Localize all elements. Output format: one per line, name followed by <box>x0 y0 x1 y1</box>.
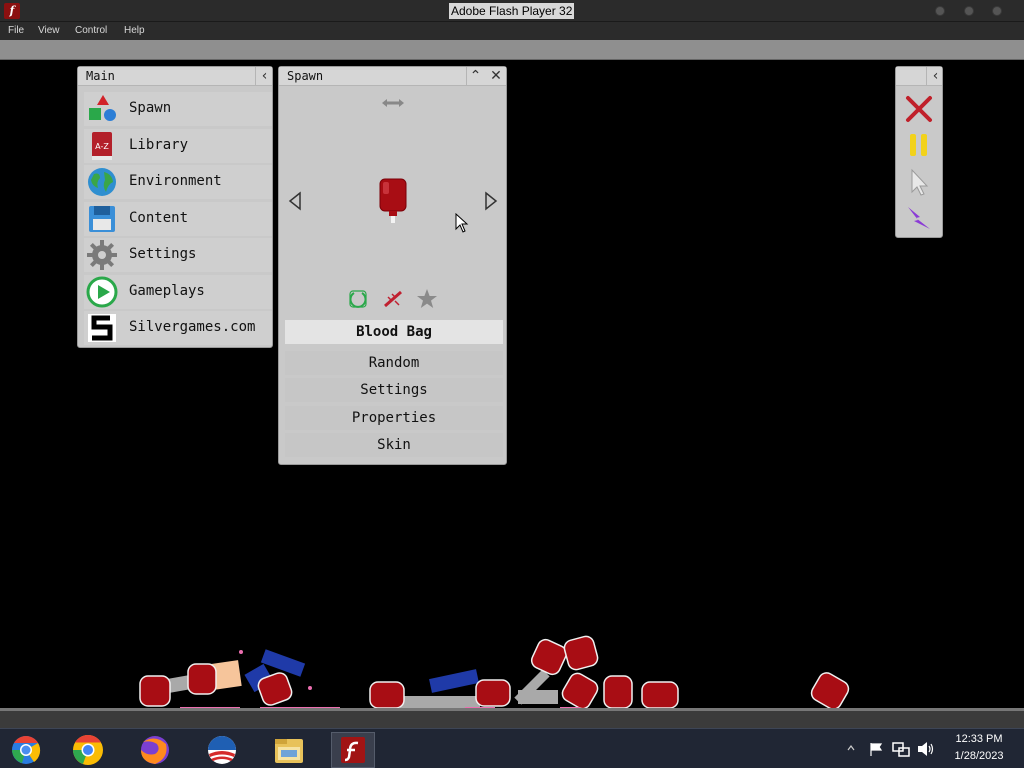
spawn-option-settings[interactable]: Settings <box>285 378 503 402</box>
volume-icon[interactable] <box>917 741 935 757</box>
resize-arrows-icon[interactable] <box>381 97 405 109</box>
close-window-button[interactable] <box>992 6 1002 16</box>
file-explorer-icon <box>275 739 303 763</box>
firefox-icon <box>141 736 169 764</box>
flash-app-icon: f <box>4 3 20 19</box>
chrome-icon <box>12 736 41 764</box>
previous-arrow-icon[interactable] <box>287 191 303 211</box>
main-item-label: Content <box>129 210 189 226</box>
next-arrow-icon[interactable] <box>483 191 499 211</box>
taskbar-obama-app[interactable] <box>200 732 244 768</box>
menu-view[interactable]: View <box>38 25 60 36</box>
flash-toolstrip <box>0 40 1024 60</box>
clock-time[interactable]: 12:33 PM <box>939 733 1019 745</box>
book-icon: A-Z <box>92 132 112 160</box>
main-item-gameplays[interactable]: Gameplays <box>84 275 272 309</box>
taskbar-flash-player[interactable] <box>331 732 375 768</box>
screen: f Adobe Flash Player 32 File View Contro… <box>0 0 1024 768</box>
main-item-label: Settings <box>129 246 197 262</box>
spawn-option-random[interactable]: Random <box>285 351 503 375</box>
gear-icon <box>87 240 117 270</box>
main-item-settings[interactable]: Settings <box>84 238 272 272</box>
main-item-label: Silvergames.com <box>129 319 256 335</box>
clock-date[interactable]: 1/28/2023 <box>939 750 1019 762</box>
main-item-content[interactable]: Content <box>84 202 272 236</box>
close-x-icon[interactable] <box>904 94 934 124</box>
spawn-panel-header: Spawn ⌃ ✕ <box>279 67 506 86</box>
menu-help[interactable]: Help <box>124 25 145 36</box>
main-item-environment[interactable]: Environment <box>84 165 272 199</box>
menubar: File View Control Help <box>0 22 1024 40</box>
spawn-panel: Spawn ⌃ ✕ Blood Bag Random Settings Prop… <box>278 66 507 465</box>
book-letters: A-Z <box>95 142 109 151</box>
main-panel-title: Main <box>86 69 115 83</box>
selected-item-name[interactable]: Blood Bag <box>285 320 503 344</box>
main-item-silvergames[interactable]: Silvergames.com <box>84 311 272 345</box>
collapse-chevron-icon[interactable]: ‹ <box>255 67 273 85</box>
taskbar-chrome[interactable] <box>66 732 110 768</box>
window-title: Adobe Flash Player 32 <box>449 3 575 19</box>
mouse-cursor-icon <box>455 213 469 233</box>
maximize-button[interactable] <box>964 6 974 16</box>
silvergames-logo-icon <box>88 314 116 342</box>
globe-icon <box>88 168 116 196</box>
game-scene[interactable] <box>0 630 1024 710</box>
collapse-chevron-icon[interactable]: ‹ <box>926 67 944 85</box>
spawn-option-skin[interactable]: Skin <box>285 433 503 457</box>
tray-overflow-chevron-icon[interactable] <box>846 743 856 753</box>
taskbar-file-explorer[interactable] <box>267 732 311 768</box>
pause-icon[interactable] <box>904 130 934 160</box>
window-titlebar[interactable]: f Adobe Flash Player 32 <box>0 0 1024 22</box>
network-icon[interactable] <box>892 741 910 757</box>
floppy-disk-icon <box>89 206 115 232</box>
play-icon <box>86 276 118 308</box>
flash-player-icon <box>341 737 365 763</box>
obama-logo-icon <box>208 736 236 764</box>
action-center-flag-icon[interactable] <box>868 741 884 757</box>
tool-panel-header: ‹ <box>896 67 942 86</box>
main-item-label: Gameplays <box>129 283 205 299</box>
menu-control[interactable]: Control <box>75 25 107 36</box>
main-item-label: Spawn <box>129 100 172 116</box>
ground-base <box>0 711 1024 728</box>
main-item-spawn[interactable]: Spawn <box>84 92 272 126</box>
star-favorite-icon[interactable] <box>416 288 438 310</box>
menu-file[interactable]: File <box>8 25 24 36</box>
chrome-icon <box>73 735 103 765</box>
main-item-label: Library <box>129 137 189 153</box>
cursor-icon[interactable] <box>904 167 934 197</box>
close-icon[interactable]: ✕ <box>487 67 505 85</box>
lightning-icon[interactable] <box>904 203 934 233</box>
main-panel-header: Main ‹ <box>78 67 272 86</box>
chevron-up-icon[interactable]: ⌃ <box>466 67 484 85</box>
taskbar: 12:33 PM 1/28/2023 <box>0 728 1024 768</box>
spawn-option-properties[interactable]: Properties <box>285 406 503 430</box>
shapes-icon <box>89 95 116 121</box>
minimize-button[interactable] <box>935 6 945 16</box>
refresh-toggle-icon[interactable] <box>348 289 368 309</box>
taskbar-firefox[interactable] <box>133 732 177 768</box>
blood-bag-preview-icon <box>379 178 407 223</box>
main-item-label: Environment <box>129 173 222 189</box>
taskbar-chromium[interactable] <box>4 732 48 768</box>
main-panel: Main ‹ Spawn A-Z Library Environment Con… <box>77 66 273 348</box>
main-item-library[interactable]: A-Z Library <box>84 129 272 163</box>
tool-panel: ‹ <box>895 66 943 238</box>
blood-injector-icon[interactable] <box>382 289 404 309</box>
spawn-panel-title: Spawn <box>287 69 324 83</box>
